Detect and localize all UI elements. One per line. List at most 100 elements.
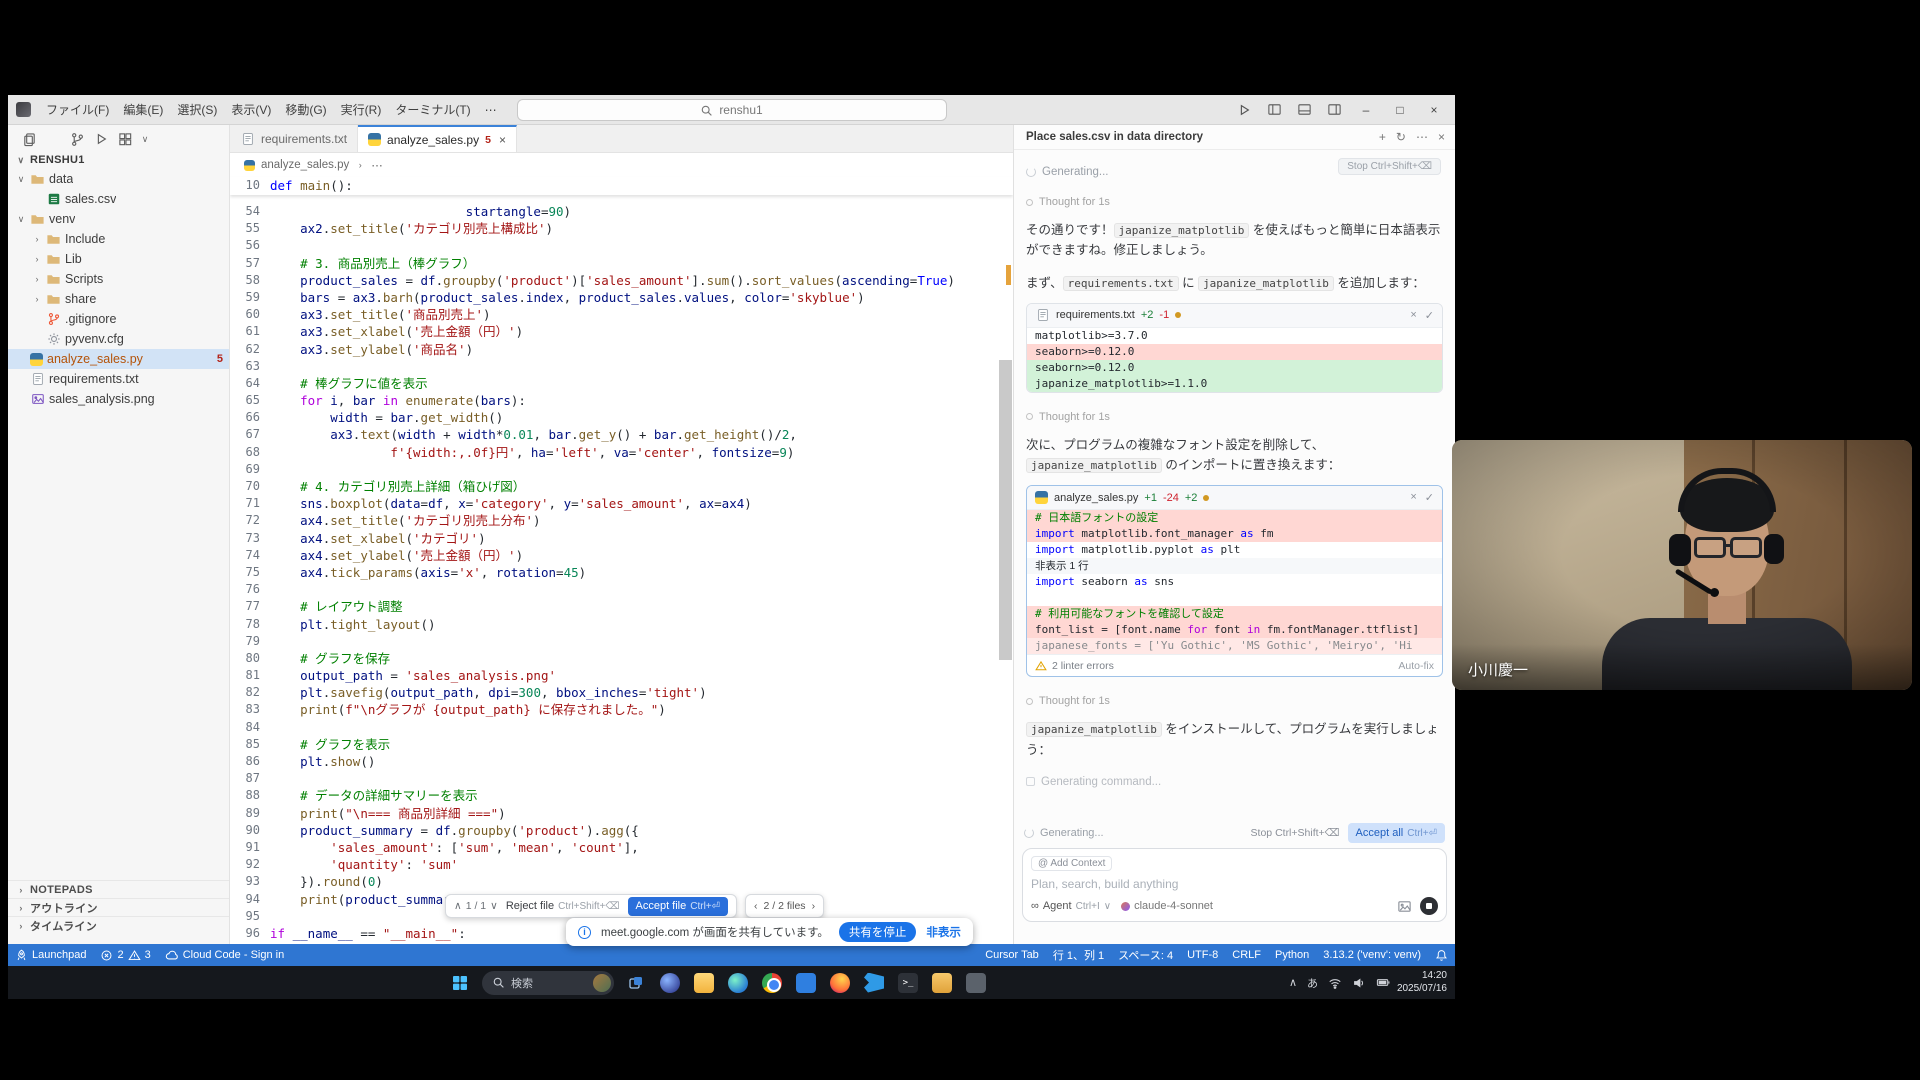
app-folder[interactable] [930, 971, 954, 995]
app-settings[interactable] [964, 971, 988, 995]
taskbar-search[interactable]: 検索 [482, 971, 614, 995]
tab-analyze_sales.py[interactable]: analyze_sales.py5× [358, 125, 517, 152]
app-chrome[interactable] [760, 971, 784, 995]
diff-nav[interactable]: ∧ 1 / 1 ∨ [454, 900, 498, 912]
auto-fix-button[interactable]: Auto-fix [1398, 660, 1434, 672]
status-item[interactable]: Cursor Tab [978, 949, 1046, 961]
tree-item-Include[interactable]: ›Include [8, 229, 229, 249]
sidebar-panel-アウトライン[interactable]: ›アウトライン [8, 898, 229, 916]
sidebar-panel-タイムライン[interactable]: ›タイムライン [8, 916, 229, 934]
tree-item-pyvenv.cfg[interactable]: pyvenv.cfg [8, 329, 229, 349]
battery-icon[interactable] [1376, 975, 1391, 990]
app-task-view[interactable] [624, 971, 648, 995]
ime-indicator[interactable]: あ [1307, 975, 1318, 991]
thought-row[interactable]: Thought for 1s [1026, 411, 1443, 423]
thought-row[interactable]: Thought for 1s [1026, 695, 1443, 707]
tree-item-sales_analysis.png[interactable]: sales_analysis.png [8, 389, 229, 409]
chevron-up-icon[interactable]: ∧ [454, 900, 462, 912]
search-icon[interactable] [44, 130, 62, 148]
app-copilot[interactable] [658, 971, 682, 995]
stop-button[interactable]: Stop Ctrl+Shift+⌫ [1338, 158, 1441, 175]
menu-item[interactable]: 表示(V) [224, 99, 278, 121]
minimize-button[interactable]: – [1351, 98, 1381, 122]
add-context-chip[interactable]: @ Add Context [1031, 856, 1112, 871]
sidebar-panel-NOTEPADS[interactable]: ›NOTEPADS [8, 880, 229, 898]
volume-icon[interactable] [1352, 976, 1366, 990]
hide-banner-button[interactable]: 非表示 [926, 924, 961, 940]
breadcrumb[interactable]: analyze_sales.py › ⋯ [230, 153, 1013, 177]
problems-status-item[interactable]: 23 [93, 944, 157, 966]
menu-item[interactable]: 移動(G) [278, 99, 333, 121]
accept-icon[interactable]: ✓ [1425, 491, 1434, 504]
stop-all-button[interactable]: Stop Ctrl+Shift+⌫ [1251, 827, 1340, 839]
run-icon[interactable] [1231, 99, 1257, 121]
tree-item-share[interactable]: ›share [8, 289, 229, 309]
tree-item-Scripts[interactable]: ›Scripts [8, 269, 229, 289]
menu-item[interactable]: 実行(R) [334, 99, 389, 121]
send-stop-button[interactable] [1420, 897, 1438, 915]
taskbar-clock[interactable]: 14:20 2025/07/16 [1397, 969, 1447, 995]
app-edge[interactable] [726, 971, 750, 995]
tab-requirements.txt[interactable]: requirements.txt [230, 125, 358, 152]
tree-item-venv[interactable]: ∨venv [8, 209, 229, 229]
launchpad-status-item[interactable]: Launchpad [8, 944, 93, 966]
status-item[interactable]: UTF-8 [1180, 949, 1225, 961]
menu-item[interactable]: ターミナル(T) [388, 99, 477, 121]
cloud-code-status-item[interactable]: Cloud Code - Sign in [158, 944, 292, 966]
new-chat-icon[interactable]: + [1379, 130, 1386, 144]
model-selector[interactable]: claude-4-sonnet [1121, 900, 1213, 912]
attach-image-icon[interactable] [1397, 899, 1412, 914]
workspace-header[interactable]: ∨ RENSHU1 [8, 150, 229, 169]
editor-scrollbar[interactable] [999, 360, 1012, 660]
run-debug-icon[interactable] [92, 130, 110, 148]
tree-item-Lib[interactable]: ›Lib [8, 249, 229, 269]
thought-row[interactable]: Thought for 1s [1026, 196, 1443, 208]
menu-item[interactable]: ファイル(F) [39, 99, 116, 121]
status-item[interactable]: 行 1、列 1 [1046, 947, 1111, 963]
tree-item-requirements.txt[interactable]: requirements.txt [8, 369, 229, 389]
status-item[interactable]: Python [1268, 949, 1316, 961]
status-item[interactable]: 3.13.2 ('venv': venv) [1316, 949, 1428, 961]
accept-file-button[interactable]: Accept file Ctrl+⏎ [628, 897, 729, 916]
tree-item-.gitignore[interactable]: .gitignore [8, 309, 229, 329]
app-vscode[interactable] [862, 971, 886, 995]
prev-file-icon[interactable]: ‹ [754, 900, 758, 912]
app-firefox[interactable] [828, 971, 852, 995]
tree-item-analyze_sales.py[interactable]: analyze_sales.py5 [8, 349, 229, 369]
chat-input-box[interactable]: @ Add Context Plan, search, build anythi… [1022, 848, 1447, 922]
menu-item[interactable]: 編集(E) [116, 99, 170, 121]
chevron-down-icon[interactable]: ∨ [140, 134, 150, 145]
tray-chevron-up-icon[interactable]: ∧ [1289, 976, 1297, 989]
reject-icon[interactable]: × [1410, 491, 1416, 504]
extensions-icon[interactable] [116, 130, 134, 148]
toggle-secondary-sidebar-icon[interactable] [1321, 99, 1347, 121]
menu-overflow[interactable]: ⋯ [478, 99, 504, 121]
close-button[interactable]: × [1419, 98, 1449, 122]
source-control-icon[interactable] [68, 130, 86, 148]
stop-sharing-button[interactable]: 共有を停止 [839, 922, 917, 942]
start-button[interactable] [448, 971, 472, 995]
accept-icon[interactable]: ✓ [1425, 309, 1434, 322]
maximize-button[interactable]: □ [1385, 98, 1415, 122]
app-store[interactable] [794, 971, 818, 995]
menu-item[interactable]: 選択(S) [170, 99, 224, 121]
files-icon[interactable] [20, 130, 38, 148]
tree-item-sales.csv[interactable]: sales.csv [8, 189, 229, 209]
status-item[interactable]: CRLF [1225, 949, 1268, 961]
wifi-icon[interactable] [1328, 976, 1342, 990]
toggle-panel-icon[interactable] [1291, 99, 1317, 121]
files-pager[interactable]: ‹ 2 / 2 files › [745, 894, 824, 918]
app-terminal[interactable]: >_ [896, 971, 920, 995]
next-file-icon[interactable]: › [812, 900, 816, 912]
status-item[interactable]: スペース: 4 [1111, 947, 1180, 963]
more-icon[interactable]: ⋯ [1416, 130, 1428, 144]
close-icon[interactable]: × [499, 133, 506, 147]
close-icon[interactable]: × [1438, 130, 1445, 144]
code-area[interactable]: 54 startangle=90)55 ax2.set_title('カテゴリ別… [230, 203, 1013, 942]
tree-item-data[interactable]: ∨data [8, 169, 229, 189]
sticky-scroll-line[interactable]: 10def main(): [230, 177, 1013, 195]
accept-all-button[interactable]: Accept allCtrl+⏎ [1348, 823, 1445, 843]
agent-mode-selector[interactable]: ∞ Agent Ctrl+I ∨ [1031, 900, 1111, 912]
chevron-down-icon[interactable]: ∨ [490, 900, 498, 912]
toggle-sidebar-icon[interactable] [1261, 99, 1287, 121]
